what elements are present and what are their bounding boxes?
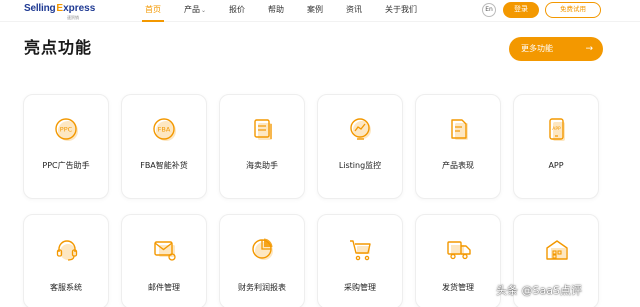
report-icon <box>451 119 468 140</box>
fba-icon: FBA <box>153 118 176 141</box>
mobile-app-icon: APP <box>549 118 565 141</box>
feature-label: Listing监控 <box>338 161 382 170</box>
app-icon-text: APP <box>552 126 561 132</box>
feature-label: 发货管理 <box>442 283 474 292</box>
feature-label: 邮件管理 <box>148 283 180 292</box>
mail-gear-icon <box>154 241 176 261</box>
delivery-truck-icon <box>447 241 471 260</box>
fba-icon-text: FBA <box>158 126 171 134</box>
feature-label: FBA智能补货 <box>140 161 188 170</box>
feature-label: 海卖助手 <box>246 161 278 170</box>
feature-label: 采购管理 <box>344 283 376 292</box>
feature-label: 财务利润报表 <box>238 283 286 292</box>
shopping-cart-icon <box>350 240 371 261</box>
ppc-icon-text: PPC <box>60 126 73 134</box>
watermark: 头条 @SaaS点评 <box>496 284 582 297</box>
warehouse-icon <box>546 240 568 260</box>
feature-card-sell-assistant[interactable]: 海卖助手 <box>219 94 305 199</box>
feature-card-finance-report[interactable]: 财务利润报表 <box>219 214 305 307</box>
feature-card-customer-service[interactable]: 客服系统 <box>23 214 109 307</box>
document-stack-icon <box>254 119 272 140</box>
feature-label: APP <box>548 161 564 170</box>
feature-label: 客服系统 <box>50 283 82 292</box>
feature-label: PPC广告助手 <box>42 161 90 170</box>
headset-icon <box>56 240 78 261</box>
feature-card-purchase-management[interactable]: 采购管理 <box>317 214 403 307</box>
feature-card-ppc[interactable]: PPC PPC广告助手 <box>23 94 109 199</box>
feature-card-listing-monitor[interactable]: Listing监控 <box>317 94 403 199</box>
feature-card-shipping-management[interactable]: 发货管理 <box>415 214 501 307</box>
feature-card-product-performance[interactable]: 产品表现 <box>415 94 501 199</box>
feature-grid: PPC PPC广告助手 FBA FBA智能补货 海卖助手 Listing监控 产… <box>0 0 640 307</box>
feature-label: 产品表现 <box>442 161 474 170</box>
feature-card-app[interactable]: APP APP <box>513 94 599 199</box>
feature-card-fba[interactable]: FBA FBA智能补货 <box>121 94 207 199</box>
ppc-icon: PPC <box>55 118 78 141</box>
feature-card-mail-management[interactable]: 邮件管理 <box>121 214 207 307</box>
pie-chart-icon <box>252 238 273 260</box>
monitor-chart-icon <box>350 118 371 140</box>
